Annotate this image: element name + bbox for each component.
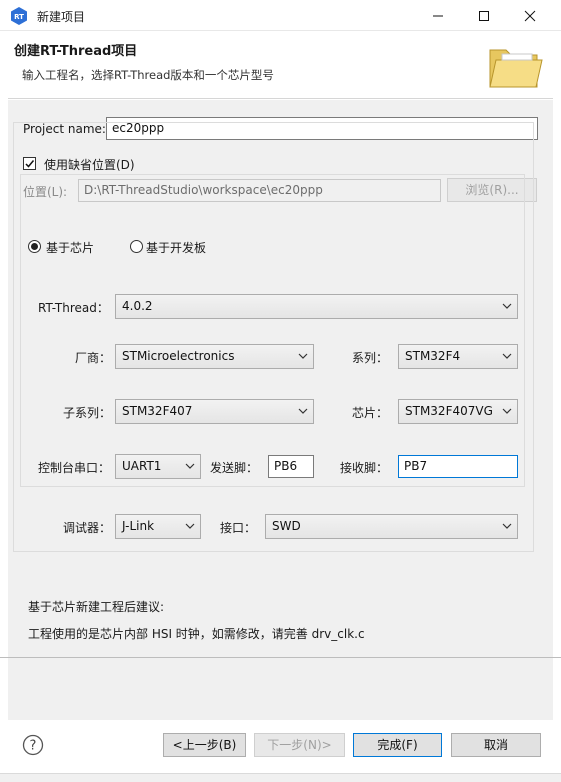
subseries-label: 子系列：: [63, 406, 112, 420]
close-button[interactable]: [507, 0, 553, 31]
chevron-down-icon: [502, 523, 512, 529]
chevron-down-icon: [298, 353, 308, 359]
back-button[interactable]: <上一步(B): [163, 733, 246, 757]
close-icon: [524, 10, 536, 22]
page-title: 创建RT-Thread项目: [14, 44, 138, 59]
svg-text:?: ?: [30, 739, 37, 754]
cancel-button[interactable]: 取消: [451, 733, 541, 757]
advice-text: 工程使用的是芯片内部 HSI 时钟，如需修改，请完善 drv_clk.c: [28, 627, 365, 641]
chip-label: 芯片：: [352, 406, 389, 420]
finish-button[interactable]: 完成(F): [353, 733, 442, 757]
vendor-label: 厂商：: [75, 351, 112, 365]
rtthread-version-label: RT-Thread：: [38, 301, 109, 315]
maximize-button[interactable]: [461, 0, 507, 31]
folder-icon: [489, 49, 543, 88]
rtthread-version-select[interactable]: 4.0.2: [115, 294, 518, 319]
series-select[interactable]: STM32F4: [398, 344, 518, 369]
next-button[interactable]: 下一步(N)>: [254, 733, 345, 757]
title-bar: RT 新建项目: [0, 0, 561, 31]
console-uart-label: 控制台串口：: [38, 461, 111, 475]
tx-pin-input[interactable]: PB6: [268, 455, 314, 478]
chevron-down-icon: [298, 408, 308, 414]
advice-title: 基于芯片新建工程后建议:: [28, 600, 165, 614]
chevron-down-icon: [502, 408, 512, 414]
chip-settings-panel: [20, 174, 525, 487]
minimize-button[interactable]: [415, 0, 461, 31]
vendor-select[interactable]: STMicroelectronics: [115, 344, 314, 369]
console-uart-value: UART1: [122, 459, 162, 473]
debugger-label: 调试器：: [63, 521, 112, 535]
window-bottom-edge: [0, 773, 561, 782]
footer-divider: [0, 657, 561, 658]
interface-select[interactable]: SWD: [265, 514, 518, 539]
chip-select[interactable]: STM32F407VG: [398, 399, 518, 424]
tx-pin-label: 发送脚：: [210, 461, 259, 475]
subseries-value: STM32F407: [122, 404, 193, 418]
chip-value: STM32F407VG: [405, 404, 493, 418]
vendor-value: STMicroelectronics: [122, 349, 235, 363]
maximize-icon: [479, 11, 489, 21]
chevron-down-icon: [502, 303, 512, 309]
rx-pin-input[interactable]: PB7: [398, 455, 518, 478]
minimize-icon: [433, 15, 443, 17]
console-uart-select[interactable]: UART1: [115, 454, 201, 479]
rt-thread-logo-icon: RT: [11, 7, 27, 25]
window-title: 新建项目: [37, 10, 86, 24]
debugger-select[interactable]: J-Link: [115, 514, 201, 539]
interface-value: SWD: [272, 519, 301, 533]
interface-label: 接口：: [220, 521, 257, 535]
debugger-value: J-Link: [122, 519, 155, 533]
chevron-down-icon: [502, 353, 512, 359]
chevron-down-icon: [185, 463, 195, 469]
series-value: STM32F4: [405, 349, 461, 363]
svg-text:RT: RT: [14, 13, 24, 21]
chevron-down-icon: [185, 523, 195, 529]
series-label: 系列：: [352, 351, 389, 365]
rtthread-version-value: 4.0.2: [122, 299, 153, 313]
page-description: 输入工程名，选择RT-Thread版本和一个芯片型号: [22, 68, 274, 82]
subseries-select[interactable]: STM32F407: [115, 399, 314, 424]
help-icon[interactable]: ?: [22, 734, 44, 756]
wizard-header: 创建RT-Thread项目 输入工程名，选择RT-Thread版本和一个芯片型号: [8, 32, 553, 99]
rx-pin-label: 接收脚：: [340, 461, 389, 475]
